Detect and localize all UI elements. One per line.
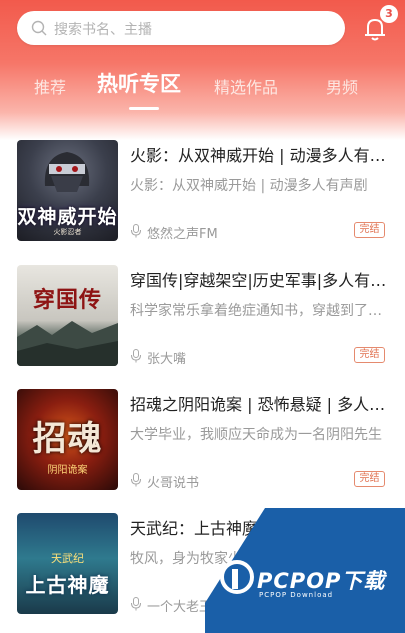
watermark-subtitle: PCPOP Download	[259, 591, 334, 599]
host-name: 悠然之声FM	[147, 227, 218, 242]
cover-subtitle: 天武纪	[51, 552, 84, 565]
tab-male-channel[interactable]: 男频	[326, 74, 358, 98]
item-description: 火影：从双神威开始 | 动漫多人有声剧	[130, 178, 368, 194]
notification-badge: 3	[380, 5, 398, 23]
search-input[interactable]: 搜索书名、主播	[54, 19, 152, 39]
microphone-icon	[131, 597, 141, 611]
cover-image: 穿国传	[17, 265, 118, 366]
item-description: 科学家常乐拿着绝症通知书，穿越到了古代	[130, 303, 392, 319]
tab-selected-works[interactable]: 精选作品	[214, 74, 278, 98]
pcpop-logo-icon	[220, 560, 254, 594]
microphone-icon	[131, 224, 141, 238]
cover-image: 双神威开始 火影忍者	[17, 140, 118, 241]
battlefield-art	[17, 321, 118, 366]
character-art	[44, 152, 90, 192]
cover-title: 上古神魔	[25, 573, 110, 597]
tab-hot-listening[interactable]: 热听专区	[97, 68, 181, 98]
cover-image: 招魂 阴阳诡案	[17, 389, 118, 490]
status-badge: 完结	[354, 471, 385, 487]
status-badge: 完结	[354, 347, 385, 363]
microphone-icon	[131, 349, 141, 363]
watermark: PCPOP下载 PCPOP Download	[205, 508, 405, 633]
list-item[interactable]: 双神威开始 火影忍者 火影：从双神威开始 | 动漫多人有声剧 火影：从双神威开始…	[0, 140, 405, 242]
item-description: 大学毕业，我顺应天命成为一名阴阳先生	[130, 427, 382, 443]
list-item[interactable]: 招魂 阴阳诡案 招魂之阴阳诡案 | 恐怖悬疑 | 多人有声剧 大学毕业，我顺应天…	[0, 389, 405, 491]
cover-subtitle: 阴阳诡案	[47, 465, 88, 476]
item-title: 招魂之阴阳诡案 | 恐怖悬疑 | 多人有声剧	[130, 395, 392, 414]
item-title: 穿国传|穿越架空|历史军事|多人有声剧	[130, 271, 392, 290]
host-name: 火哥说书	[147, 476, 200, 491]
list-item[interactable]: 穿国传 穿国传|穿越架空|历史军事|多人有声剧 科学家常乐拿着绝症通知书，穿越到…	[0, 265, 405, 367]
microphone-icon	[131, 473, 141, 487]
status-badge: 完结	[354, 222, 385, 238]
host-name: 张大嘴	[147, 352, 187, 367]
host-name: 一个大老王	[147, 600, 213, 615]
tab-recommend[interactable]: 推荐	[34, 74, 66, 98]
cover-title: 招魂	[32, 419, 103, 459]
cover-image: 上古神魔 天武纪	[17, 513, 118, 614]
active-tab-indicator	[129, 107, 159, 110]
search-bar[interactable]: 搜索书名、主播	[17, 11, 345, 45]
item-title: 火影：从双神威开始 | 动漫多人有声剧	[130, 146, 392, 165]
cover-title: 双神威开始	[17, 206, 118, 228]
tab-bar: 推荐 热听专区 精选作品 男频	[0, 68, 405, 108]
search-icon	[31, 20, 47, 36]
header-background: 搜索书名、主播 3 推荐 热听专区 精选作品 男频	[0, 0, 405, 140]
cover-subtitle: 火影忍者	[53, 228, 82, 236]
cover-title: 穿国传	[32, 288, 102, 313]
